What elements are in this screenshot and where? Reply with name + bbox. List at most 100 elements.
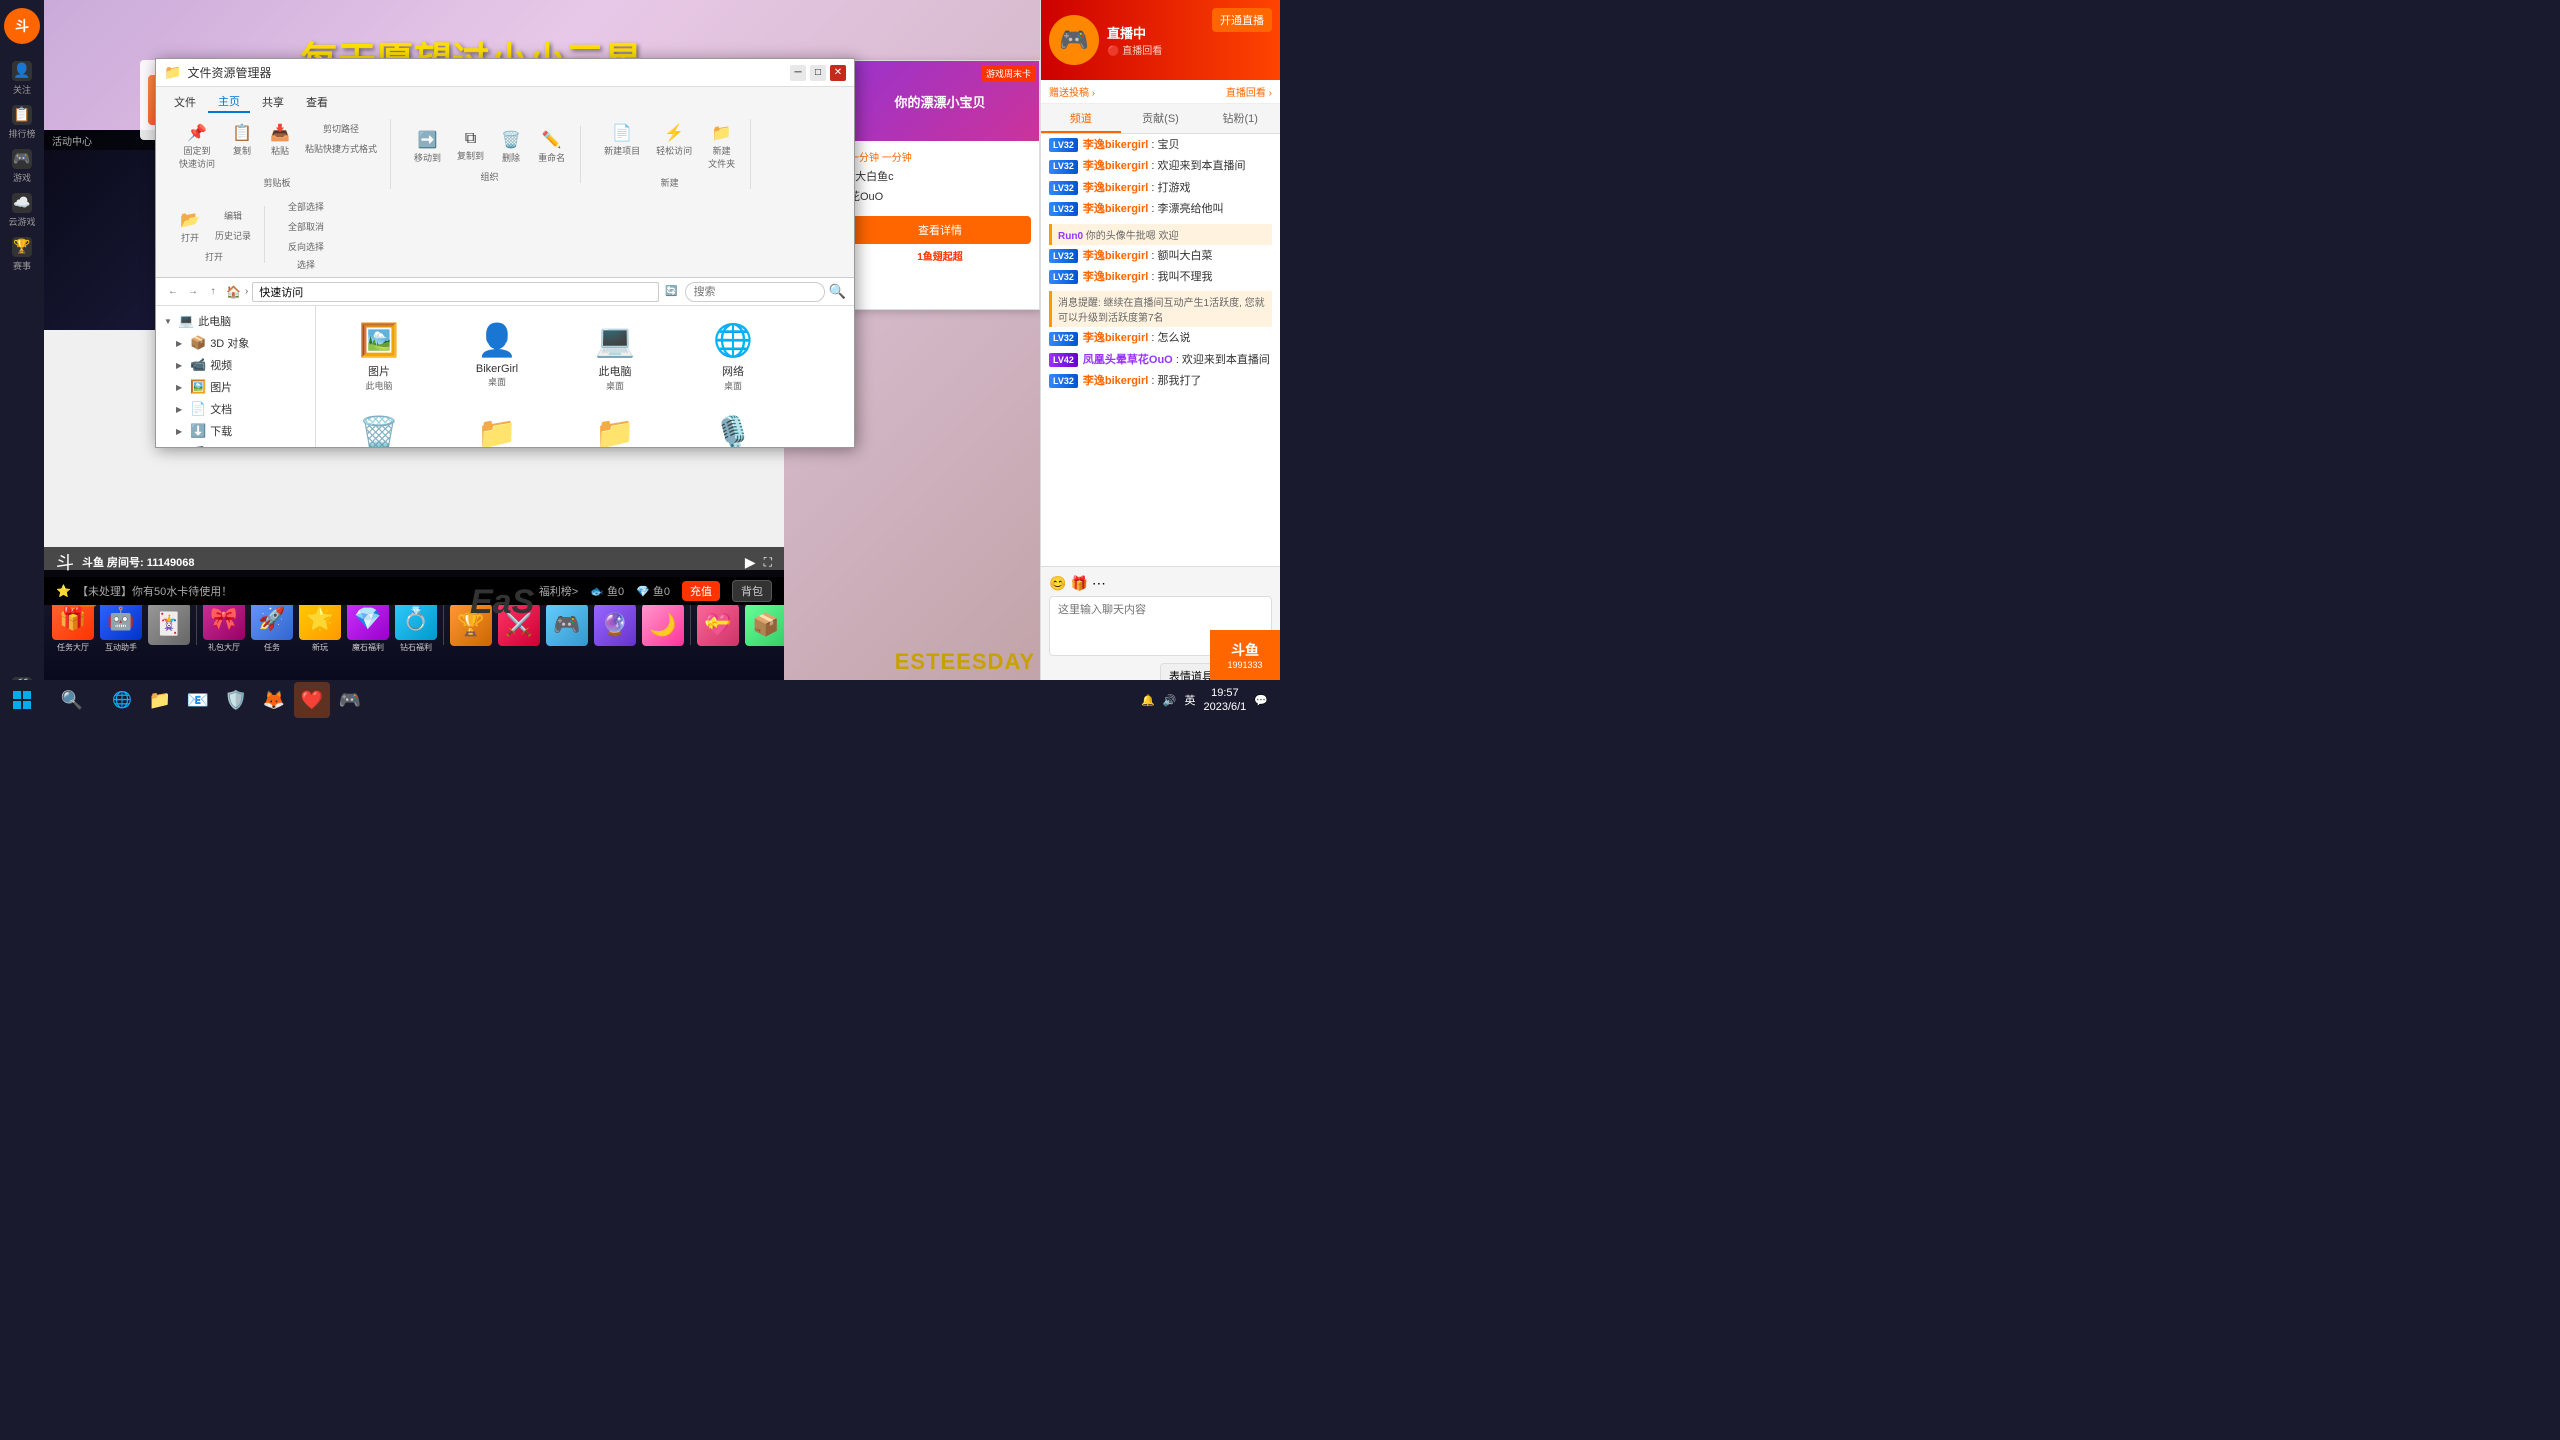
- taskbar-mail-button[interactable]: 📧: [180, 682, 216, 718]
- fe-item-000[interactable]: 📁 000 本地磁盘 (D:): [442, 407, 552, 448]
- fe-history-button[interactable]: 历史记录: [210, 226, 256, 245]
- tree-item-video[interactable]: ▶ 📹 视频: [156, 354, 315, 376]
- fe-item-recycle[interactable]: 🗑️ 回收站 桌面: [324, 407, 434, 448]
- tree-item-pics[interactable]: ▶ 🖼️ 图片: [156, 376, 315, 398]
- replay-link[interactable]: 直播回看 ›: [1226, 84, 1272, 99]
- fe-organize-label: 组织: [481, 170, 499, 183]
- fe-cut-path-button[interactable]: 剪切路径: [300, 119, 382, 138]
- chat-tab-channel[interactable]: 频道: [1041, 104, 1121, 133]
- weapon-5-icon[interactable]: 🌙: [642, 604, 684, 646]
- move-icon: ➡️: [418, 130, 438, 150]
- sidebar-item-follow[interactable]: 👤 关注: [4, 60, 40, 96]
- taskbar-ie-button[interactable]: 🌐: [104, 682, 140, 718]
- fe-forward-button[interactable]: →: [184, 283, 202, 301]
- chat-more-btn[interactable]: ⋯: [1092, 575, 1106, 592]
- sidebar-item-ranking[interactable]: 📋 排行榜: [4, 104, 40, 140]
- fe-copy-button[interactable]: 📋 复制: [224, 119, 260, 174]
- fe-maximize-button[interactable]: □: [810, 65, 826, 81]
- sidebar-item-games[interactable]: 🎮 游戏: [4, 148, 40, 184]
- weapon-3-icon[interactable]: 🎮: [546, 604, 588, 646]
- tree-item-downloads[interactable]: ▶ ⬇️ 下载: [156, 420, 315, 442]
- sidebar-item-esports[interactable]: 🏆 赛事: [4, 236, 40, 272]
- promo-details-button[interactable]: 查看详情: [849, 216, 1031, 244]
- fe-select-all-button[interactable]: 全部选择: [281, 197, 331, 216]
- taskbar-clock[interactable]: 19:57 2023/6/1: [1203, 686, 1246, 715]
- network-sub: 桌面: [724, 379, 742, 392]
- taskbar-start-button[interactable]: [4, 682, 40, 718]
- video-streamer-info: 斗 斗鱼 房间号: 11149068: [56, 549, 195, 575]
- tree-item-music[interactable]: ▶ 🎵 音乐: [156, 442, 315, 448]
- fe-easy-access-button[interactable]: ⚡ 轻松访问: [649, 119, 699, 174]
- fe-delete-button[interactable]: 🗑️ 删除: [493, 126, 529, 168]
- game2-icon: 🎮: [339, 690, 361, 711]
- fe-item-cfg[interactable]: 📁 cfg 本地磁盘 (E:)\stea...\local: [560, 407, 670, 448]
- taskbar-security-button[interactable]: 🛡️: [218, 682, 254, 718]
- gift-card-emoji: 🃏: [155, 611, 182, 637]
- fe-up-button[interactable]: ↑: [204, 283, 222, 301]
- chat-emoji-btn[interactable]: 😊: [1049, 575, 1066, 592]
- fe-new-item-button[interactable]: 📄 新建项目: [597, 119, 647, 174]
- chat-msg-1: LV32 李逸bikergirl : 欢迎来到本直播间: [1049, 159, 1272, 174]
- fe-new-folder-button[interactable]: 📁 新建文件夹: [701, 119, 742, 174]
- taskbar-explorer-button[interactable]: 📁: [142, 682, 178, 718]
- tree-item-pc[interactable]: ▼ 💻 此电脑: [156, 310, 315, 332]
- taskbar-game2-button[interactable]: 🎮: [332, 682, 368, 718]
- tree-item-docs[interactable]: ▶ 📄 文档: [156, 398, 315, 420]
- gift-diamond-welfare: 💍 钻石福利: [395, 598, 437, 653]
- fe-item-pictures[interactable]: 🖼️ 图片 此电脑: [324, 314, 434, 399]
- divider-3: [690, 605, 691, 645]
- fe-tab-file[interactable]: 文件: [164, 91, 206, 113]
- promo-badge-1: 游戏周末卡: [982, 65, 1035, 82]
- chat-live-label: 🔴 直播回看: [1107, 42, 1162, 57]
- open-live-button[interactable]: 开通直播: [1212, 8, 1272, 32]
- sidebar-item-cloud[interactable]: ☁️ 云游戏: [4, 192, 40, 228]
- gift-magic-stone: 💎 魔石福利: [347, 598, 389, 653]
- taskbar-notification-icon[interactable]: 💬: [1254, 694, 1268, 707]
- fe-search-input[interactable]: [685, 282, 825, 302]
- fe-item-thispc[interactable]: 💻 此电脑 桌面: [560, 314, 670, 399]
- chat-gift-btn[interactable]: 🎁: [1070, 575, 1087, 592]
- recharge-button[interactable]: 充值: [682, 581, 720, 601]
- gift-box-icon[interactable]: 📦: [745, 604, 784, 646]
- fe-paste-button[interactable]: 📥 粘贴: [262, 119, 298, 174]
- fe-tab-share[interactable]: 共享: [252, 91, 294, 113]
- tree-item-3d[interactable]: ▶ 📦 3D 对象: [156, 332, 315, 354]
- eas-text: EaS: [470, 583, 534, 622]
- fe-tab-view[interactable]: 查看: [296, 91, 338, 113]
- heart-gift-emoji: 💝: [704, 612, 731, 638]
- chat-tab-diamond[interactable]: 钻粉(1): [1200, 104, 1280, 133]
- fe-pin-quickaccess-button[interactable]: 📌 固定到快速访问: [172, 119, 222, 174]
- fe-deselect-all-button[interactable]: 全部取消: [281, 217, 331, 236]
- taskbar-browser-button[interactable]: 🦊: [256, 682, 292, 718]
- fe-item-network[interactable]: 🌐 网络 桌面: [678, 314, 788, 399]
- promo-price: 1鱼翅起超: [917, 252, 963, 263]
- fe-minimize-button[interactable]: ─: [790, 65, 806, 81]
- chat-streamer-name: 直播中: [1107, 23, 1162, 42]
- fe-refresh-button[interactable]: 🔄: [663, 283, 681, 301]
- fe-move-to-button[interactable]: ➡️ 移动到: [407, 126, 448, 168]
- fe-paste-shortcut-button[interactable]: 粘贴快捷方式格式: [300, 139, 382, 158]
- taskbar-search-button[interactable]: 🔍: [42, 682, 102, 718]
- fe-rename-button[interactable]: ✏️ 重命名: [531, 126, 572, 168]
- fe-back-button[interactable]: ←: [164, 283, 182, 301]
- fe-item-bikergirl[interactable]: 👤 BikerGirl 桌面: [442, 314, 552, 399]
- fe-tab-home[interactable]: 主页: [208, 91, 250, 113]
- fe-address-input[interactable]: [252, 282, 658, 302]
- fe-open-button[interactable]: 📂 打开: [172, 206, 208, 248]
- backpack-button[interactable]: 背包: [732, 580, 772, 602]
- chat-tab-contribution[interactable]: 贡献(S): [1121, 104, 1201, 133]
- heart-gift-icon[interactable]: 💝: [697, 604, 739, 646]
- weapon-4-icon[interactable]: 🔮: [594, 604, 636, 646]
- fe-edit-button[interactable]: 编辑: [210, 206, 256, 225]
- broadcast-link[interactable]: 赠送投稿 ›: [1049, 84, 1095, 99]
- fe-close-button[interactable]: ✕: [830, 65, 846, 81]
- fe-copy-to-button[interactable]: ⧉ 复制到: [450, 126, 491, 168]
- fe-item-audio[interactable]: 🎙️ 录音 本地磁盘 (E:): [678, 407, 788, 448]
- taskbar-time-icon: 🔔: [1141, 694, 1155, 707]
- fe-invert-select-button[interactable]: 反向选择: [281, 237, 331, 256]
- video-play-button[interactable]: ▶: [745, 554, 756, 571]
- video-fullscreen-button[interactable]: ⛶: [764, 555, 772, 570]
- pin-icon: 📌: [187, 123, 207, 143]
- taskbar-game1-button[interactable]: ❤️: [294, 682, 330, 718]
- gift-card-icon[interactable]: 🃏: [148, 603, 190, 645]
